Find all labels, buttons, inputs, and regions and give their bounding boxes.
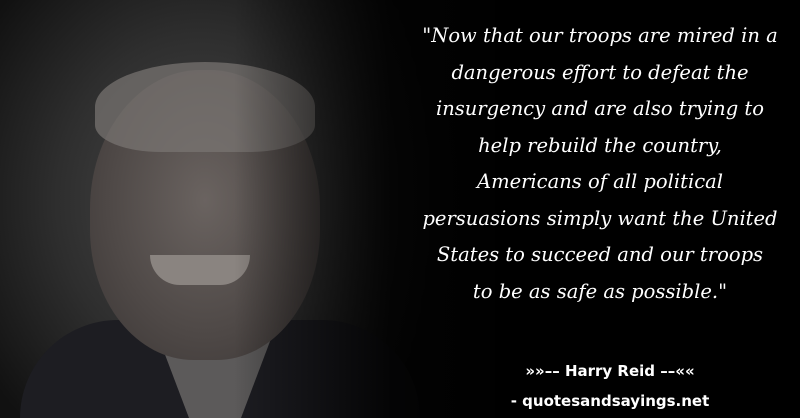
quote-line: insurgency and are also trying to bbox=[436, 97, 764, 120]
quote-line: dangerous effort to defeat the bbox=[451, 60, 749, 84]
quote-line: States to succeed and our troops bbox=[436, 243, 764, 266]
quote-text: "Now that our troops are mired in a dang… bbox=[410, 18, 790, 310]
quote-line: "Now that our troops are mired in a bbox=[422, 24, 778, 47]
quote-line: help rebuild the country, bbox=[478, 133, 722, 157]
source-site: - quotesandsayings.net bbox=[510, 392, 710, 410]
quote-line: to be as safe as possible." bbox=[472, 279, 728, 303]
quote-author: »»–– Harry Reid ––«« bbox=[525, 362, 695, 380]
quote-line: Americans of all political bbox=[477, 170, 723, 193]
quote-line: persuasions simply want the United bbox=[422, 206, 778, 230]
